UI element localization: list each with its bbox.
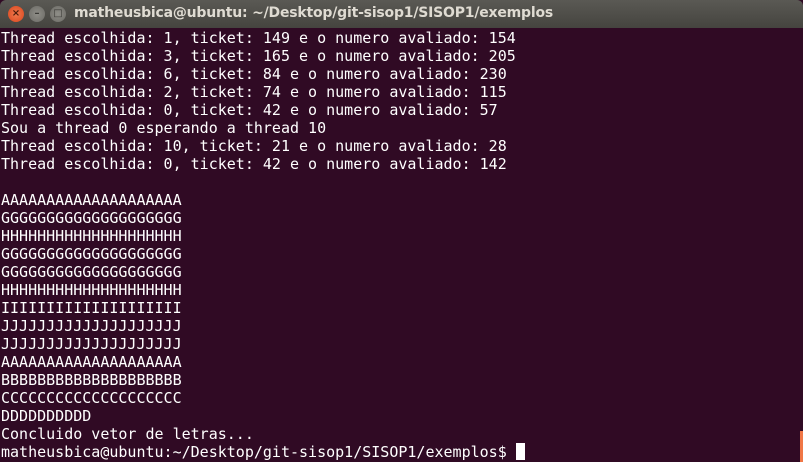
terminal-line: Thread escolhida: 10, ticket: 21 e o num… bbox=[1, 137, 507, 155]
terminal-line: Concluido vetor de letras... bbox=[1, 425, 254, 443]
terminal-line: AAAAAAAAAAAAAAAAAAAA bbox=[1, 191, 182, 209]
prompt-line[interactable]: matheusbica@ubuntu:~/Desktop/git-sisop1/… bbox=[1, 443, 525, 461]
terminal-line: GGGGGGGGGGGGGGGGGGGG bbox=[1, 245, 182, 263]
terminal-line: Sou a thread 0 esperando a thread 10 bbox=[1, 119, 327, 137]
terminal-line: Thread escolhida: 1, ticket: 149 e o num… bbox=[1, 29, 516, 47]
terminal-line: CCCCCCCCCCCCCCCCCCCC bbox=[1, 389, 182, 407]
terminal-line: JJJJJJJJJJJJJJJJJJJJ bbox=[1, 335, 182, 353]
title-bar[interactable]: × – □ matheusbica@ubuntu: ~/Desktop/git-… bbox=[0, 0, 803, 28]
terminal-line: DDDDDDDDDD bbox=[1, 407, 92, 425]
terminal-line: AAAAAAAAAAAAAAAAAAAA bbox=[1, 353, 182, 371]
terminal-line: Thread escolhida: 0, ticket: 42 e o nume… bbox=[1, 101, 498, 119]
cursor bbox=[515, 443, 525, 460]
minimize-icon: – bbox=[34, 8, 40, 19]
terminal-line: Thread escolhida: 2, ticket: 74 e o nume… bbox=[1, 83, 507, 101]
terminal-output[interactable]: Thread escolhida: 1, ticket: 149 e o num… bbox=[1, 29, 525, 461]
maximize-icon: □ bbox=[53, 8, 63, 19]
terminal-line: Thread escolhida: 0, ticket: 42 e o nume… bbox=[1, 155, 507, 173]
terminal-line: HHHHHHHHHHHHHHHHHHHH bbox=[1, 227, 182, 245]
terminal-line: BBBBBBBBBBBBBBBBBBBB bbox=[1, 371, 182, 389]
terminal-line: Thread escolhida: 6, ticket: 84 e o nume… bbox=[1, 65, 507, 83]
terminal-line: GGGGGGGGGGGGGGGGGGGG bbox=[1, 209, 182, 227]
minimize-button[interactable]: – bbox=[29, 6, 45, 22]
close-icon: × bbox=[11, 8, 21, 19]
close-button[interactable]: × bbox=[8, 6, 24, 22]
window-title: matheusbica@ubuntu: ~/Desktop/git-sisop1… bbox=[74, 5, 554, 21]
shell-prompt: matheusbica@ubuntu:~/Desktop/git-sisop1/… bbox=[1, 443, 516, 461]
terminal-line: GGGGGGGGGGGGGGGGGGGG bbox=[1, 263, 182, 281]
terminal-line: JJJJJJJJJJJJJJJJJJJJ bbox=[1, 317, 182, 335]
terminal-line: IIIIIIIIIIIIIIIIIIII bbox=[1, 299, 182, 317]
terminal-line: Thread escolhida: 3, ticket: 165 e o num… bbox=[1, 47, 516, 65]
terminal-line: HHHHHHHHHHHHHHHHHHHH bbox=[1, 281, 182, 299]
maximize-button[interactable]: □ bbox=[50, 6, 66, 22]
